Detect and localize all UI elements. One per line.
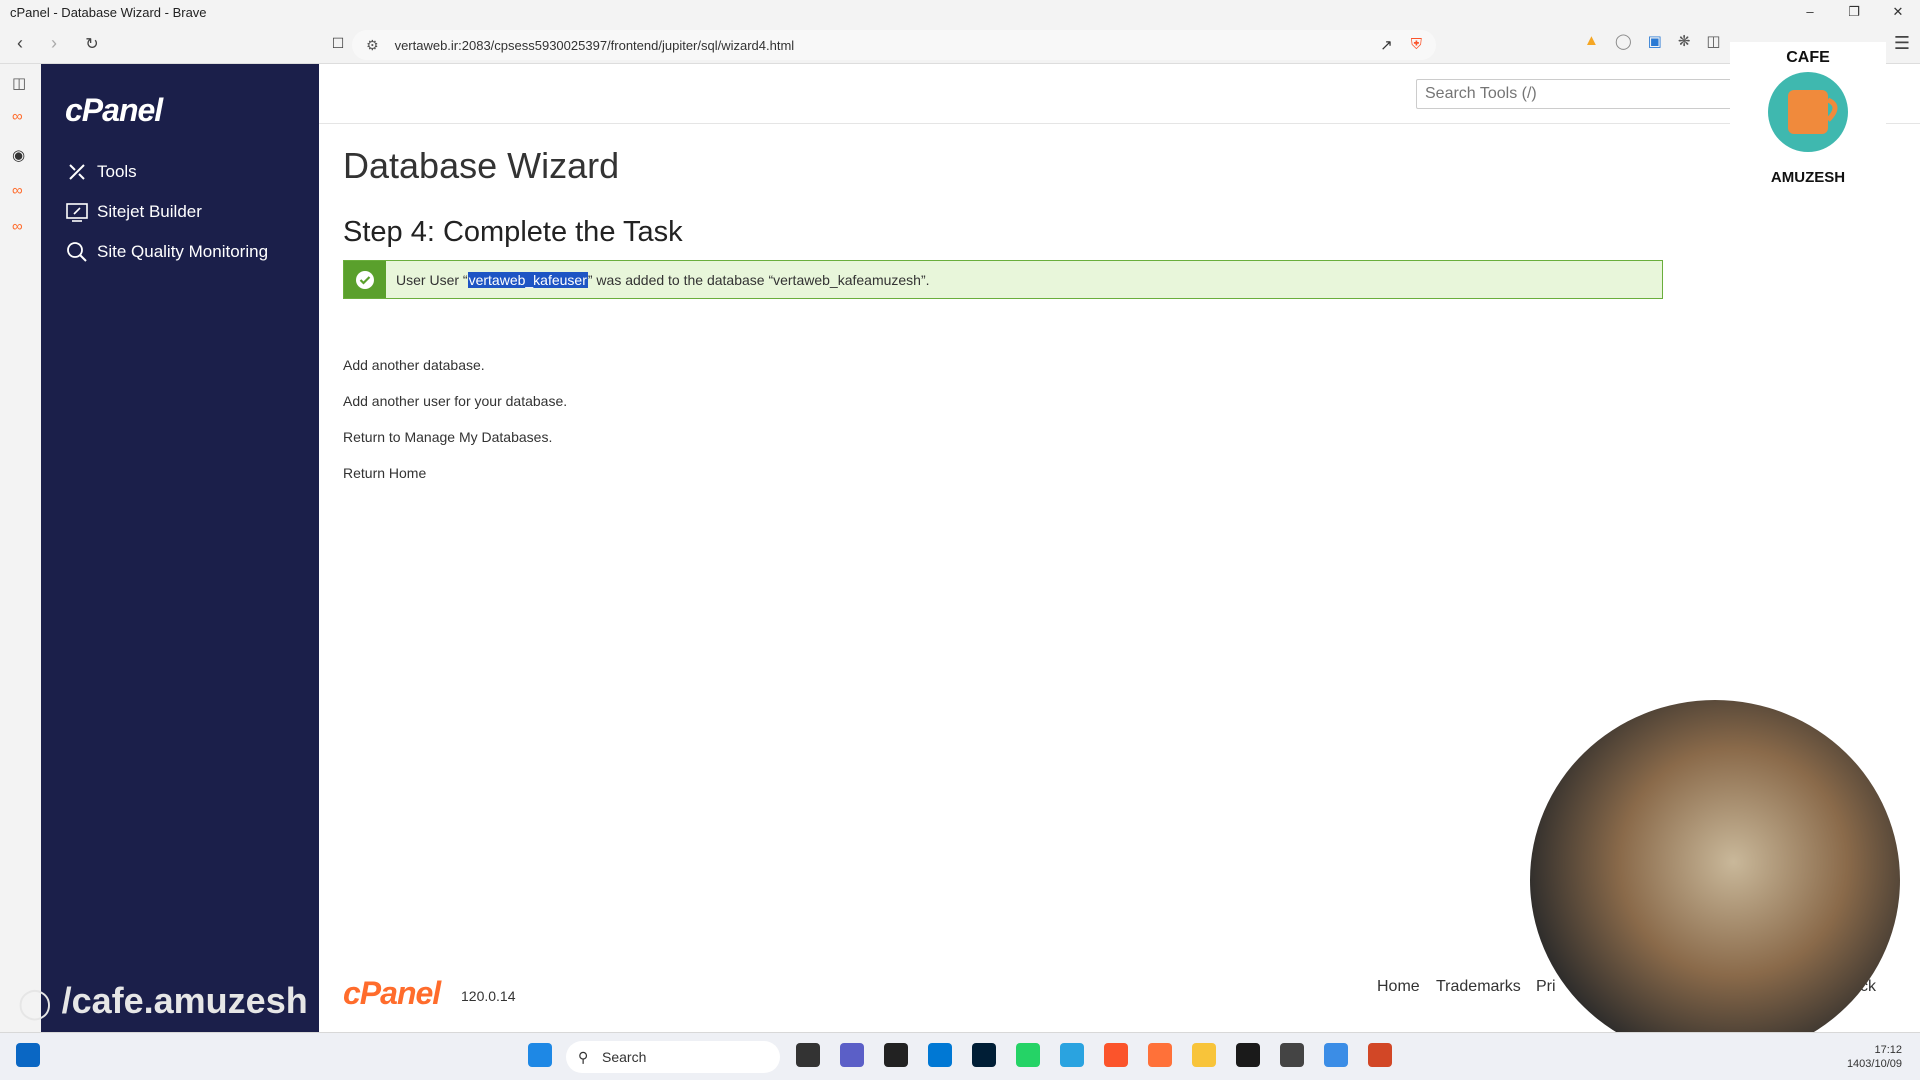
extensions-area: ▲ ◯ ▣ ❋ ◫ [1584, 32, 1721, 50]
cpanel-sidebar: cPanel Tools Sitejet Builder Site Qualit… [41, 64, 319, 1032]
sidebar-item-tools[interactable]: Tools [65, 160, 137, 184]
obs-icon[interactable] [1280, 1043, 1304, 1067]
search-tools-input[interactable] [1416, 79, 1736, 109]
start-icon[interactable] [528, 1043, 552, 1067]
share-icon[interactable]: ↗ [1380, 36, 1393, 54]
whatsapp-icon[interactable] [1016, 1043, 1040, 1067]
teams-icon[interactable] [840, 1043, 864, 1067]
telegram-icon[interactable] [1060, 1043, 1084, 1067]
wallet-extension-icon[interactable]: ◯ [1615, 32, 1632, 50]
instagram-watermark: ◯ /cafe.amuzesh [18, 980, 308, 1022]
brave-shield-icon[interactable]: ⛨ [1411, 36, 1422, 54]
window-title: cPanel - Database Wizard - Brave [10, 4, 207, 20]
store-icon[interactable] [928, 1043, 952, 1067]
alert-username: vertaweb_kafeuser [467, 271, 588, 288]
alert-suffix: ” was added to the database “vertaweb_ka… [587, 271, 930, 288]
notification-extension-icon[interactable]: ▲ [1584, 32, 1599, 50]
puzzle-icon[interactable]: ❋ [1678, 32, 1691, 50]
cpanel-tab-icon-2[interactable]: ∞ [12, 182, 23, 199]
browser-sidebar: ◫ ∞ ◉ ∞ ∞ [0, 64, 41, 1032]
widgets-icon[interactable] [16, 1043, 40, 1067]
step-title: Step 4: Complete the Task [343, 216, 683, 248]
sidebar-item-sitejet[interactable]: Sitejet Builder [65, 200, 202, 224]
capcut-icon[interactable] [1236, 1043, 1260, 1067]
firefox-icon[interactable] [1148, 1043, 1172, 1067]
sidebar-item-label: Tools [97, 162, 137, 181]
sitejet-icon [65, 200, 89, 224]
add-database-link[interactable]: Add another database. [343, 357, 485, 373]
footer-privacy-link[interactable]: Pri [1536, 978, 1556, 996]
browser-toolbar: ‹ › ↻ ☐ ⚙ vertaweb.ir:2083/cpsess5930025… [0, 24, 1920, 64]
window-controls: – ❐ ✕ [1788, 0, 1920, 24]
footer-cpanel-logo: cPanel [343, 975, 441, 1011]
bookmark-icon[interactable]: ☐ [324, 30, 352, 58]
site-settings-icon[interactable]: ⚙ [366, 37, 379, 54]
meet-extension-icon[interactable]: ▣ [1648, 32, 1662, 50]
cafe-amuzesh-logo: CAFE AMUZESH [1730, 42, 1886, 190]
task-view-icon[interactable] [796, 1043, 820, 1067]
address-bar[interactable]: ⚙ vertaweb.ir:2083/cpsess5930025397/fron… [352, 30, 1436, 60]
sidebar-panel-icon[interactable]: ◫ [12, 74, 26, 92]
back-icon[interactable]: ‹ [6, 30, 34, 58]
restore-icon[interactable]: ❐ [1832, 0, 1876, 24]
url-text[interactable]: vertaweb.ir:2083/cpsess5930025397/fronte… [395, 38, 795, 53]
check-circle-icon [344, 261, 386, 298]
footer-version: 120.0.14 [461, 988, 516, 1004]
taskbar-search[interactable]: ⚲ Search [566, 1041, 780, 1073]
add-user-link[interactable]: Add another user for your database. [343, 393, 567, 409]
close-icon[interactable]: ✕ [1876, 0, 1920, 24]
minimize-icon[interactable]: – [1788, 0, 1832, 24]
cpanel-tab-icon-3[interactable]: ∞ [12, 218, 23, 235]
app-icon[interactable] [1324, 1043, 1348, 1067]
success-alert: User User “vertaweb_kafeuser” was added … [343, 260, 1663, 299]
file-explorer-icon[interactable] [1192, 1043, 1216, 1067]
sidebar-item-site-quality[interactable]: Site Quality Monitoring [65, 240, 268, 264]
brand-top-text: CAFE [1786, 49, 1830, 66]
alert-prefix: User “ [429, 271, 468, 288]
cpanel-logo[interactable]: cPanel [65, 92, 163, 129]
page-title: Database Wizard [343, 145, 620, 186]
menu-icon[interactable]: ☰ [1888, 30, 1916, 58]
clock-time: 17:12 [1874, 1044, 1902, 1056]
sidebar-item-label: Sitejet Builder [97, 202, 202, 221]
brand-bottom-text: AMUZESH [1771, 169, 1845, 186]
forward-icon[interactable]: › [40, 30, 68, 58]
webcam-overlay [1530, 700, 1900, 1060]
sidebar-item-label: Site Quality Monitoring [97, 242, 269, 261]
brave-icon[interactable] [1104, 1043, 1128, 1067]
taskbar-clock[interactable]: 17:12 1403/10/09 [1847, 1043, 1902, 1071]
window-titlebar: cPanel - Database Wizard - Brave – ❐ ✕ [0, 0, 1920, 24]
photoshop-icon[interactable] [972, 1043, 996, 1067]
search-icon: ⚲ [578, 1048, 589, 1065]
watermark-text: /cafe.amuzesh [61, 980, 308, 1021]
tools-icon [65, 160, 89, 184]
cpanel-tab-icon[interactable]: ∞ [12, 108, 23, 125]
powerpoint-icon[interactable] [1368, 1043, 1392, 1067]
footer-home-link[interactable]: Home [1377, 978, 1420, 996]
chatgpt-icon[interactable] [884, 1043, 908, 1067]
instagram-icon: ◯ [18, 987, 52, 1020]
footer-trademarks-link[interactable]: Trademarks [1436, 978, 1521, 996]
alert-message: User User “vertaweb_kafeuser” was added … [396, 271, 930, 288]
sidebar-toggle-icon[interactable]: ◫ [1706, 32, 1720, 50]
magnifier-icon [65, 240, 89, 264]
return-home-link[interactable]: Return Home [343, 465, 426, 481]
windows-taskbar: ⚲ Search 17:12 1403/10/09 [0, 1032, 1920, 1080]
reload-icon[interactable]: ↻ [78, 30, 106, 58]
taskbar-search-label: Search [602, 1049, 647, 1065]
manage-databases-link[interactable]: Return to Manage My Databases. [343, 429, 552, 445]
clock-date: 1403/10/09 [1846, 1058, 1902, 1070]
wordpress-tab-icon[interactable]: ◉ [12, 146, 25, 164]
